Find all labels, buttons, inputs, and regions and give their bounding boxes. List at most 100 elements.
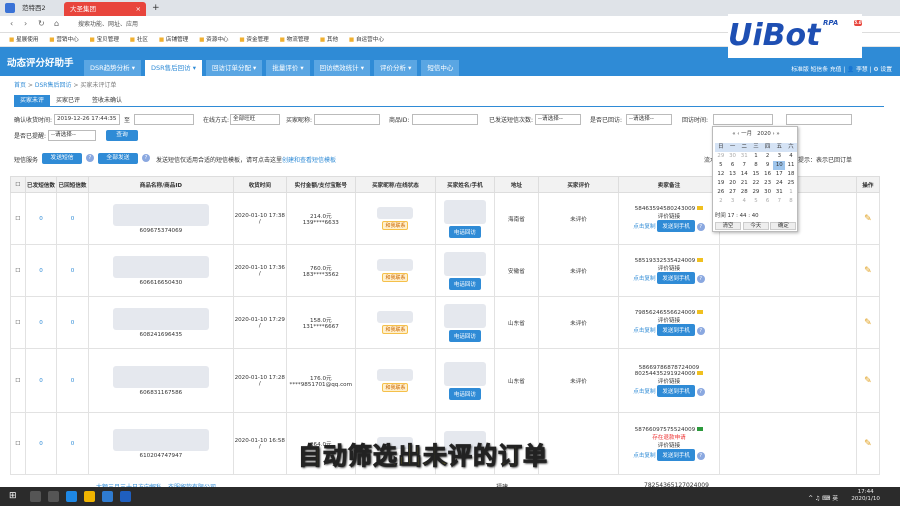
calendar-day[interactable]: 6 — [727, 161, 739, 170]
phone-visit-button[interactable]: 电话回访 — [448, 225, 481, 238]
select-all-checkbox[interactable]: ☐ — [10, 176, 26, 193]
copy-link[interactable]: 点击复制 — [633, 389, 655, 395]
uibot-app-icon[interactable] — [120, 491, 131, 502]
calendar-day[interactable]: 10 — [773, 161, 786, 170]
calendar-day[interactable]: 7 — [773, 197, 785, 206]
edit-icon[interactable]: ✎ — [855, 192, 881, 245]
calendar-day[interactable]: 11 — [785, 161, 797, 170]
calendar-day[interactable]: 13 — [727, 170, 739, 179]
flag-icon[interactable] — [697, 257, 704, 262]
flag-icon[interactable] — [697, 205, 704, 210]
send-phone-button[interactable]: 发送到手机 — [657, 384, 695, 397]
calendar-day[interactable]: 19 — [715, 179, 727, 188]
tab-unconfirmed[interactable]: 签收未确认 — [86, 95, 128, 107]
nav-batch-eval[interactable]: 批量评价 ▾ — [266, 60, 310, 76]
edit-icon[interactable]: ✎ — [855, 244, 881, 297]
buyer-input[interactable] — [314, 114, 380, 125]
calendar-day[interactable]: 25 — [785, 179, 797, 188]
new-tab-button[interactable]: + — [152, 2, 160, 14]
calendar-day[interactable]: 18 — [785, 170, 797, 179]
visited-select[interactable]: --请选择-- — [626, 114, 672, 125]
calendar-day[interactable]: 3 — [773, 152, 785, 161]
calendar-day[interactable]: 20 — [727, 179, 739, 188]
confirm-time-end[interactable] — [134, 114, 194, 125]
contact-tag[interactable]: 和我联系 — [382, 273, 409, 282]
product-input[interactable] — [412, 114, 478, 125]
nav-visit-stats[interactable]: 回访绩效统计 ▾ — [313, 60, 370, 76]
edit-icon[interactable]: ✎ — [855, 348, 881, 413]
calendar-day[interactable]: 21 — [738, 179, 750, 188]
eval-link[interactable]: 评价链接 — [658, 266, 680, 272]
nav-dsr-visit[interactable]: DSR售后回访 ▾ — [144, 60, 202, 76]
visit-time-start[interactable] — [713, 114, 773, 125]
calendar-day[interactable]: 8 — [750, 161, 762, 170]
send-phone-button[interactable]: 发送到手机 — [657, 219, 695, 232]
copy-link[interactable]: 点击复制 — [633, 276, 655, 282]
calendar-day[interactable]: 6 — [762, 197, 774, 206]
eval-link[interactable]: 评价链接 — [658, 379, 680, 385]
bookmark-item[interactable]: 资金管理 — [239, 37, 268, 43]
search-icon[interactable] — [30, 491, 41, 502]
task-view-icon[interactable] — [48, 491, 59, 502]
calendar-day[interactable]: 5 — [750, 197, 762, 206]
browser-tab-2[interactable]: 大圣集团 × — [64, 2, 146, 16]
bookmark-item[interactable]: 其他 — [320, 37, 338, 43]
edit-icon[interactable]: ✎ — [855, 296, 881, 349]
forward-icon[interactable]: › — [24, 19, 27, 28]
row-checkbox[interactable]: ☐ — [10, 244, 26, 297]
breadcrumb-parent[interactable]: DSR售后回访 — [35, 82, 72, 89]
account-info[interactable]: 标准版 短信条 充值 | 👤 李慧 | ⚙ 设置 — [791, 64, 892, 73]
hour-field[interactable]: 17 — [728, 213, 735, 219]
calendar-day[interactable]: 4 — [738, 197, 750, 206]
calendar-day[interactable]: 2 — [762, 152, 774, 161]
tab-rated[interactable]: 买家已评 — [50, 95, 86, 107]
send-all-button[interactable]: 全部发送 — [98, 153, 138, 164]
flag-icon[interactable] — [697, 370, 704, 375]
calendar-day[interactable]: 22 — [750, 179, 762, 188]
calendar-day[interactable]: 29 — [715, 152, 727, 161]
row-checkbox[interactable]: ☐ — [10, 412, 26, 475]
copy-link[interactable]: 点击复制 — [633, 328, 655, 334]
nav-sms-center[interactable]: 短信中心 — [421, 60, 460, 76]
calendar-day[interactable]: 30 — [762, 188, 774, 197]
calendar-day[interactable]: 2 — [715, 197, 727, 206]
calendar-day[interactable]: 31 — [738, 152, 750, 161]
reload-icon[interactable]: ↻ — [38, 19, 45, 28]
bookmark-item[interactable]: 宝贝管理 — [90, 37, 119, 43]
calendar-day[interactable]: 16 — [762, 170, 774, 179]
calendar-day[interactable]: 26 — [715, 188, 727, 197]
help-icon[interactable]: ? — [696, 326, 705, 335]
ime-indicator[interactable]: 英 — [832, 496, 838, 502]
bookmark-item[interactable]: 星展使用 — [9, 37, 38, 43]
home-icon[interactable]: ⌂ — [54, 19, 59, 28]
eval-link[interactable]: 评价链接 — [658, 214, 680, 220]
calendar-day[interactable]: 3 — [727, 197, 739, 206]
url-input[interactable]: 搜索功能、网址、应用 — [78, 19, 548, 30]
phone-visit-button[interactable]: 电话回访 — [448, 387, 481, 400]
calendar-day[interactable]: 24 — [773, 179, 785, 188]
send-sms-button[interactable]: 发送短信 — [42, 153, 82, 164]
browser-tab-1[interactable]: 范特西2 — [22, 2, 58, 14]
help-icon[interactable]: ? — [696, 451, 705, 460]
help-icon[interactable]: ? — [696, 222, 705, 231]
phone-visit-button[interactable]: 电话回访 — [448, 329, 481, 342]
calendar-day[interactable]: 27 — [727, 188, 739, 197]
flag-icon[interactable] — [697, 426, 704, 431]
sms-template-link[interactable]: 创建和查看短信模板 — [282, 157, 336, 164]
contact-tag[interactable]: 和我联系 — [382, 383, 409, 392]
calendar-day[interactable]: 28 — [738, 188, 750, 197]
browser-app-icon[interactable] — [102, 491, 113, 502]
calendar-day[interactable]: 5 — [715, 161, 727, 170]
calendar-day[interactable]: 8 — [785, 197, 797, 206]
copy-link[interactable]: 点击复制 — [633, 224, 655, 230]
edge-icon[interactable] — [66, 491, 77, 502]
ok-button[interactable]: 确定 — [770, 222, 797, 230]
folder-icon[interactable] — [84, 491, 95, 502]
sms-count-select[interactable]: --请选择-- — [535, 114, 581, 125]
send-phone-button[interactable]: 发送到手机 — [657, 323, 695, 336]
contact-tag[interactable]: 和我联系 — [382, 325, 409, 334]
help-icon[interactable]: ? — [696, 387, 705, 396]
send-phone-button[interactable]: 发送到手机 — [657, 448, 695, 461]
bookmark-item[interactable]: 自运营中心 — [349, 37, 384, 43]
nav-order-assign[interactable]: 回访订单分配 ▾ — [205, 60, 263, 76]
